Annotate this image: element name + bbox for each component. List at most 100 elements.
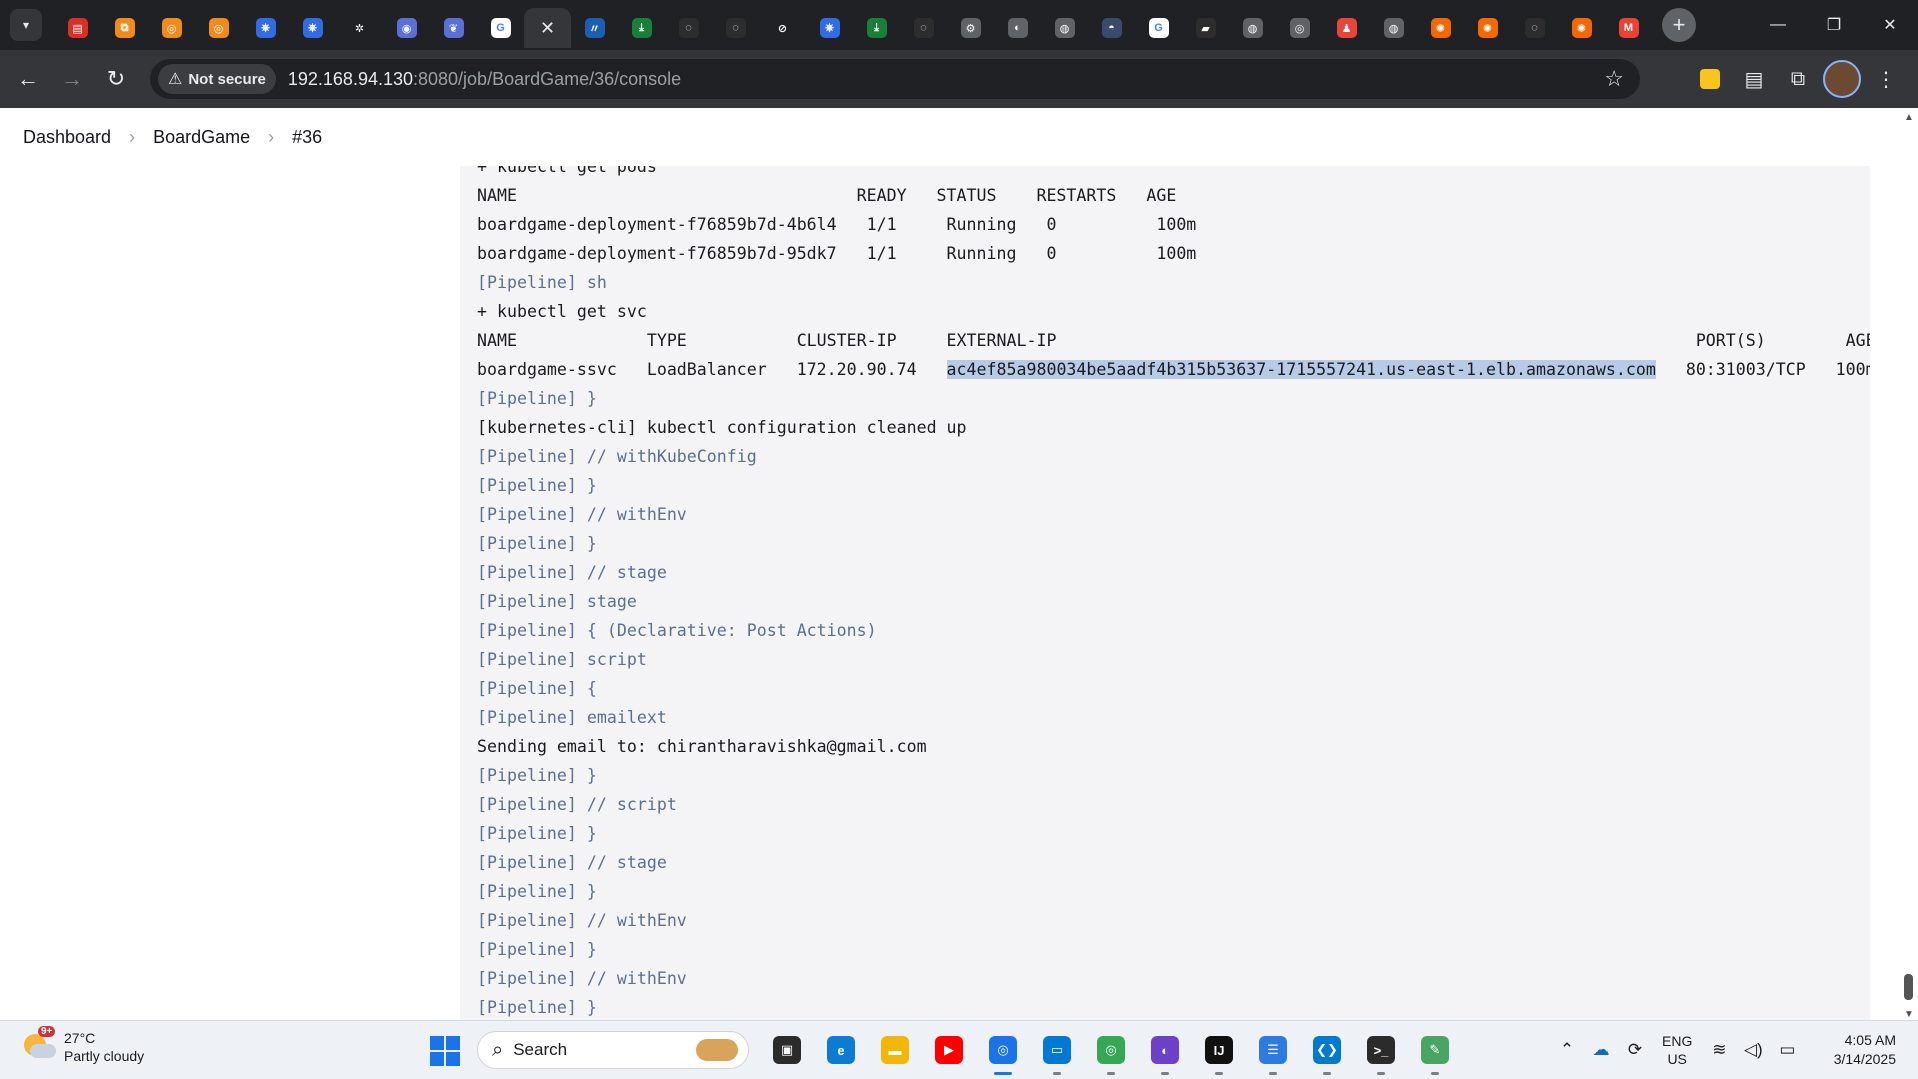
forward-arrow-icon[interactable]: → <box>50 57 94 101</box>
scroll-up-arrow-icon[interactable]: ▲ <box>1903 112 1915 123</box>
browser-tab[interactable]: ◎ <box>1276 8 1323 48</box>
browser-tab[interactable]: ⧉ <box>101 8 148 48</box>
browser-tab[interactable]: G <box>477 8 524 48</box>
browser-tab[interactable]: ◍ <box>1229 8 1276 48</box>
taskbar-search-box[interactable]: ⌕ Search <box>477 1031 749 1069</box>
scrollbar-thumb[interactable] <box>1904 974 1913 1000</box>
remote-desktop-app[interactable]: ▭ <box>1030 1029 1084 1075</box>
browser-tab[interactable]: ⤓ <box>853 8 900 48</box>
browser-tab[interactable]: ✲ <box>336 8 383 48</box>
browser-tab[interactable]: ✺ <box>1464 8 1511 48</box>
close-tab-icon[interactable]: ✕ <box>540 18 555 39</box>
scroll-down-arrow-icon[interactable]: ▼ <box>1903 1009 1915 1020</box>
chrome-app[interactable]: ◎ <box>976 1029 1030 1075</box>
task-view-app[interactable]: ▣ <box>760 1029 814 1071</box>
browser-tab[interactable]: ⤓ <box>618 8 665 48</box>
sync-icon[interactable]: ⟳ <box>1618 1040 1652 1060</box>
browser-tab[interactable]: ✺ <box>1558 8 1605 48</box>
browser-tab[interactable]: G <box>1135 8 1182 48</box>
terminal-app[interactable]: >_ <box>1354 1029 1408 1075</box>
windows-start-icon[interactable] <box>430 1036 460 1066</box>
chevron-up-icon[interactable]: ⌃ <box>1550 1040 1584 1060</box>
minimize-icon[interactable]: — <box>1750 0 1806 50</box>
browser-tab[interactable]: ◎ <box>148 8 195 48</box>
restore-icon[interactable]: ❐ <box>1806 0 1862 50</box>
security-indicator[interactable]: ⚠ Not secure <box>158 64 276 94</box>
weather-desc: Partly cloudy <box>64 1048 145 1064</box>
console-line-text: [Pipeline] // stage <box>477 853 667 872</box>
browser-tab[interactable]: ♟ <box>1323 8 1370 48</box>
browser-tab[interactable]: ❦ <box>430 8 477 48</box>
browser-tab[interactable]: ◓ <box>1088 8 1135 48</box>
pipeline-log-line: [Pipeline] stage <box>460 587 1870 616</box>
menu-kebab-icon[interactable]: ⋮ <box>1864 57 1908 101</box>
volume-icon[interactable]: ◁) <box>1736 1040 1770 1060</box>
pipeline-log-line: [Pipeline] } <box>460 935 1870 964</box>
browser-tab[interactable]: ⚙ <box>947 8 994 48</box>
browser-tab[interactable]: ▰ <box>1182 8 1229 48</box>
browser-tab[interactable]: ◐ <box>994 8 1041 48</box>
whiteboard-app[interactable]: ✎ <box>1408 1029 1462 1075</box>
browser-tab[interactable]: ◌ <box>712 8 759 48</box>
console-line-text: boardgame-deployment-f76859b7d-95dk7 1/1… <box>477 244 1197 263</box>
edge-app[interactable]: e <box>814 1029 868 1071</box>
notepad-app[interactable]: ☰ <box>1246 1029 1300 1075</box>
console-text: + kubectl get pods NAME READY STATUS REST… <box>460 166 1870 1020</box>
browser-tab[interactable]: ⎈ <box>242 8 289 48</box>
pipeline-log-line: [Pipeline] } <box>460 877 1870 906</box>
taskbar-clock[interactable]: 4:05 AM 3/14/2025 <box>1834 1031 1896 1069</box>
browser-tab[interactable]: ⎈ <box>289 8 336 48</box>
browser-tab[interactable]: ▤ <box>54 8 101 48</box>
intellij-app[interactable]: IJ <box>1192 1029 1246 1075</box>
breadcrumb-build[interactable]: #36 <box>292 127 322 148</box>
browser-tab[interactable]: M <box>1605 8 1652 48</box>
github-desktop-app[interactable]: ◐ <box>1138 1029 1192 1075</box>
link-tab-icon: 〃 <box>584 18 605 38</box>
wifi-icon[interactable]: ≋ <box>1702 1040 1736 1060</box>
console-line-text: boardgame-ssvc LoadBalancer 172.20.90.74 <box>477 360 947 379</box>
browser-tab[interactable]: 〃 <box>571 8 618 48</box>
reading-list-icon[interactable]: ▤ <box>1732 57 1776 101</box>
pipeline-log-line: [Pipeline] // withEnv <box>460 906 1870 935</box>
extension-yellow-icon[interactable] <box>1688 57 1732 101</box>
active-tab[interactable]: ✕ <box>524 8 571 48</box>
youtube-app[interactable]: ▶ <box>922 1029 976 1071</box>
back-arrow-icon[interactable]: ← <box>6 57 50 101</box>
remote-desktop-icon: ▭ <box>1043 1036 1071 1064</box>
tab-search-chevron-icon[interactable]: ▾ <box>10 9 42 41</box>
browser-tab[interactable]: ⊘ <box>759 8 806 48</box>
browser-tab[interactable]: ✺ <box>1417 8 1464 48</box>
breadcrumb-dashboard[interactable]: Dashboard <box>23 127 111 148</box>
breadcrumb-job[interactable]: BoardGame <box>153 127 250 148</box>
address-bar[interactable]: ⚠ Not secure 192.168.94.130:8080/job/Boa… <box>150 59 1640 99</box>
browser-tab[interactable]: ◌ <box>900 8 947 48</box>
pipeline-log-line: [Pipeline] script <box>460 645 1870 674</box>
browser-tab[interactable]: ◌ <box>665 8 712 48</box>
extensions-puzzle-icon[interactable]: ⧉ <box>1776 57 1820 101</box>
battery-icon[interactable]: ▭ <box>1770 1040 1804 1060</box>
reload-icon[interactable]: ↻ <box>94 57 138 101</box>
console-line-tail: 80:31003/TCP 100m <box>1655 360 1870 379</box>
chrome-profile-app[interactable]: ◎ <box>1084 1029 1138 1075</box>
close-window-icon[interactable]: ✕ <box>1862 0 1918 50</box>
input-language[interactable]: ENG US <box>1662 1032 1692 1068</box>
bookmark-star-icon[interactable]: ☆ <box>1604 66 1624 92</box>
browser-tab[interactable]: ◌ <box>1511 8 1558 48</box>
selected-external-ip[interactable]: ac4ef85a980034be5aadf4b315b53637-1715557… <box>946 360 1656 379</box>
onedrive-cloud-icon[interactable]: ☁ <box>1584 1040 1618 1060</box>
dashboard-tab-icon: ◐ <box>1007 18 1028 38</box>
url-text[interactable]: 192.168.94.130:8080/job/BoardGame/36/con… <box>288 69 681 90</box>
file-explorer-app[interactable]: ▬ <box>868 1029 922 1071</box>
browser-tab[interactable]: ⎈ <box>806 8 853 48</box>
browser-tab[interactable]: ◎ <box>195 8 242 48</box>
download-tab-icon: ⤓ <box>631 18 652 38</box>
page-scrollbar[interactable]: ▲ ▼ <box>1900 108 1918 1020</box>
vscode-app[interactable]: ❮❯ <box>1300 1029 1354 1075</box>
browser-tab[interactable]: ◉ <box>383 8 430 48</box>
console-line: Sending email to: chirantharavishka@gmai… <box>460 732 1870 761</box>
new-tab-button[interactable]: + <box>1662 8 1696 42</box>
browser-tab[interactable]: ◍ <box>1370 8 1417 48</box>
profile-avatar[interactable] <box>1820 57 1864 101</box>
weather-widget[interactable]: 9+ 27°C Partly cloudy <box>22 1026 145 1065</box>
browser-tab[interactable]: ◍ <box>1041 8 1088 48</box>
